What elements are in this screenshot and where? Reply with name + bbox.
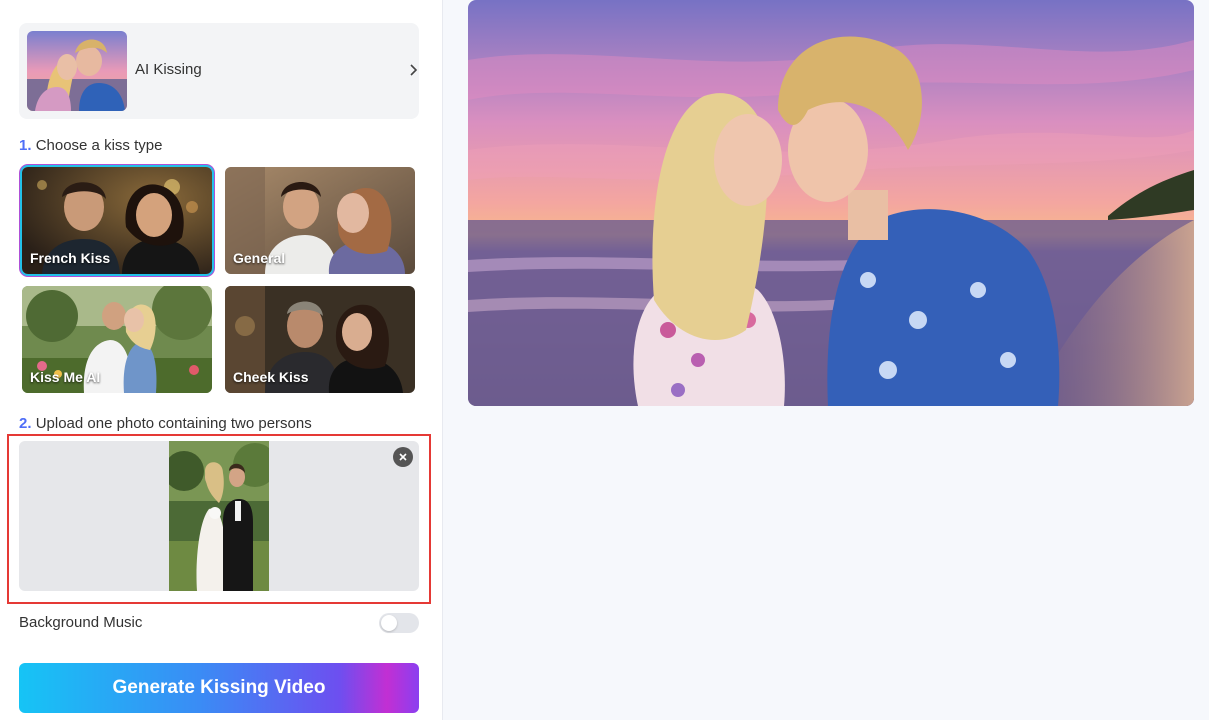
tool-selector-card[interactable]: AI Kissing [19,23,419,119]
right-panel [444,0,1209,720]
kiss-type-label: Kiss Me AI [30,369,101,385]
tool-thumbnail [27,31,127,111]
kiss-type-label: French Kiss [30,250,111,266]
chevron-right-icon [410,64,418,76]
upload-dropzone[interactable] [19,441,419,591]
kiss-type-cheek[interactable]: Cheek Kiss [225,286,415,393]
tool-title: AI Kissing [135,61,202,78]
background-music-toggle[interactable] [379,613,419,633]
preview-image [468,0,1194,406]
step2-number: 2. [19,415,32,432]
step1-label: Choose a kiss type [35,137,163,154]
kiss-type-general[interactable]: General [225,167,415,274]
step1-heading: 1. Choose a kiss type [19,137,162,154]
kiss-type-label: General [233,250,286,266]
background-music-label: Background Music [19,614,143,631]
uploaded-photo [169,441,269,591]
toggle-knob [381,615,397,631]
left-panel: AI Kissing 1. Choose a kiss type French … [0,0,443,720]
step2-heading: 2. Upload one photo containing two perso… [19,415,312,432]
kiss-type-french[interactable]: French Kiss [22,167,212,274]
kiss-type-kiss-me-ai[interactable]: Kiss Me AI [22,286,212,393]
close-icon [399,453,407,461]
generate-video-button[interactable]: Generate Kissing Video [19,663,419,713]
kiss-type-label: Cheek Kiss [233,369,309,385]
step1-number: 1. [19,137,32,154]
remove-photo-button[interactable] [393,447,413,467]
step2-label: Upload one photo containing two persons [35,415,312,432]
